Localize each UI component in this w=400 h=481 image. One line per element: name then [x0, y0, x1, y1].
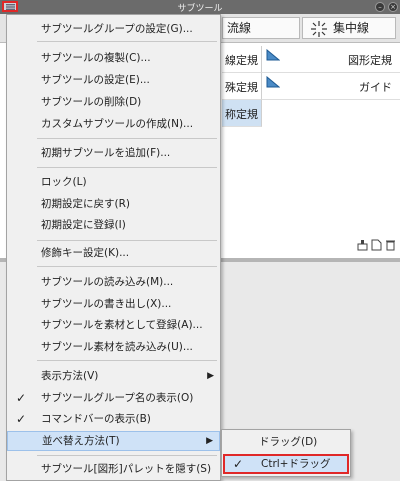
subtool-label: 称定規	[225, 108, 258, 121]
menu-item-display-method[interactable]: 表示方法(V) ▶	[7, 366, 220, 386]
subtool-item-guide[interactable]: ガイド	[262, 73, 400, 100]
menu-item-settings[interactable]: サブツールの設定(E)...	[7, 70, 220, 90]
palette-context-menu: サブツールグループの設定(G)... サブツールの複製(C)... サブツールの…	[6, 14, 221, 481]
subtool-item[interactable]: 殊定規	[222, 73, 262, 100]
new-subtool-icon[interactable]	[371, 239, 382, 251]
menu-separator	[37, 266, 217, 267]
subtool-item[interactable]: 線定規	[222, 46, 262, 73]
menu-item-import[interactable]: サブツールの読み込み(M)...	[7, 272, 220, 292]
window-title: サブツール	[177, 4, 223, 14]
tab-stream-lines[interactable]: 流線	[222, 17, 300, 39]
menu-item-register-initial[interactable]: 初期設定に登録(I)	[7, 215, 220, 235]
menu-item-create-custom[interactable]: カスタムサブツールの作成(N)...	[7, 114, 220, 134]
menu-separator	[37, 240, 217, 241]
subtool-item[interactable]: 称定規	[222, 100, 262, 127]
menu-item-reset-initial[interactable]: 初期設定に戻す(R)	[7, 194, 220, 214]
focus-lines-icon	[311, 21, 327, 37]
menu-item-register-material[interactable]: サブツールを素材として登録(A)...	[7, 315, 220, 335]
tab-label: 流線	[227, 21, 252, 35]
check-icon: ✓	[16, 412, 27, 426]
menu-item-sort-method[interactable]: 並べ替え方法(T) ▶	[7, 431, 220, 451]
ruler-icon	[266, 49, 280, 61]
menu-item-show-group-name[interactable]: ✓ サブツールグループ名の表示(O)	[7, 388, 220, 408]
subtool-label: 殊定規	[225, 81, 258, 94]
submenu-arrow-icon: ▶	[206, 436, 213, 446]
subtool-label: 線定規	[225, 54, 258, 67]
menu-item-hide-palette[interactable]: サブツール[図形]パレットを隠す(S)	[7, 459, 220, 479]
menu-item-duplicate[interactable]: サブツールの複製(C)...	[7, 48, 220, 68]
palette-titlebar: サブツール – ×	[0, 0, 400, 14]
menu-item-add-initial[interactable]: 初期サブツールを追加(F)...	[7, 143, 220, 163]
tab-label: 集中線	[333, 21, 370, 35]
check-icon: ✓	[16, 391, 27, 405]
menu-item-load-material[interactable]: サブツール素材を読み込み(U)...	[7, 337, 220, 357]
submenu-arrow-icon: ▶	[207, 371, 214, 381]
menu-item-group-settings[interactable]: サブツールグループの設定(G)...	[7, 19, 220, 39]
subtool-label: ガイド	[359, 81, 392, 94]
subtool-item-figure-ruler[interactable]: 図形定規	[262, 46, 400, 73]
menu-item-lock[interactable]: ロック(L)	[7, 172, 220, 192]
submenu-item-ctrl-drag[interactable]: ✓ Ctrl+ドラッグ	[223, 454, 349, 474]
subtool-settings-icon[interactable]	[357, 239, 368, 251]
subtool-label: 図形定規	[348, 54, 392, 67]
sort-method-submenu: ドラッグ(D) ✓ Ctrl+ドラッグ	[221, 429, 351, 477]
menu-separator	[37, 138, 217, 139]
close-icon[interactable]: ×	[388, 2, 398, 12]
menu-separator	[37, 167, 217, 168]
minimize-icon[interactable]: –	[375, 2, 385, 12]
menu-item-modifier-keys[interactable]: 修飾キー設定(K)...	[7, 243, 220, 263]
menu-item-delete[interactable]: サブツールの削除(D)	[7, 92, 220, 112]
trash-icon[interactable]	[385, 239, 396, 251]
menu-separator	[37, 360, 217, 361]
menu-item-show-command-bar[interactable]: ✓ コマンドバーの表示(B)	[7, 409, 220, 429]
tab-focus-lines[interactable]: 集中線	[302, 17, 396, 39]
menu-separator	[37, 455, 217, 456]
ruler-icon	[266, 76, 280, 88]
menu-item-export[interactable]: サブツールの書き出し(X)...	[7, 294, 220, 314]
check-icon: ✓	[233, 457, 244, 471]
submenu-item-drag[interactable]: ドラッグ(D)	[223, 432, 349, 452]
menu-separator	[37, 41, 217, 42]
